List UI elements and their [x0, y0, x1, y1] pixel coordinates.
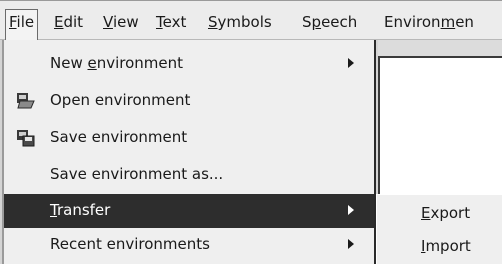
menu-item-open-environment[interactable]: Open environment	[4, 84, 374, 118]
save-disk-icon	[16, 129, 36, 147]
menu-environment-post: en	[455, 13, 474, 31]
menu-view-mnemonic: V	[103, 13, 113, 31]
menu-environment[interactable]: Environmen	[384, 10, 474, 34]
menu-item-save-environment-as[interactable]: Save environment as...	[4, 158, 374, 192]
menu-item-label-post: nvironment	[96, 54, 184, 72]
submenu-item-export[interactable]: Export	[377, 198, 502, 230]
menu-bar: File Edit View Text Symbols Speech Envir…	[0, 0, 502, 42]
menu-item-transfer[interactable]: Transfer	[4, 194, 374, 228]
menu-item-mnemonic: e	[87, 54, 97, 72]
submenu-arrow-icon	[348, 58, 354, 68]
menu-speech-pre: S	[302, 13, 312, 31]
submenu-item-label: Export	[421, 204, 470, 222]
file-menu-dropdown: New environment Open environment Save en…	[2, 40, 376, 264]
menu-item-label: Transfer	[50, 201, 110, 219]
menu-item-label-pre: New	[50, 54, 88, 72]
submenu-item-label-post: xport	[430, 204, 471, 222]
menu-speech-mnemonic: p	[311, 13, 322, 31]
menu-symbols[interactable]: Symbols	[208, 10, 272, 34]
open-folder-icon	[16, 92, 36, 110]
menu-item-label: New environment	[50, 54, 183, 72]
menu-symbols-post: ymbols	[217, 13, 272, 31]
menu-text[interactable]: Text	[156, 10, 186, 34]
menu-item-recent-environments[interactable]: Recent environments	[4, 228, 374, 262]
menu-environment-mnemonic: m	[440, 13, 456, 31]
menu-item-label: Recent environments	[50, 235, 210, 253]
menu-symbols-mnemonic: S	[208, 13, 218, 31]
menu-item-mnemonic: T	[50, 201, 57, 219]
submenu-item-label: Import	[421, 237, 471, 255]
transfer-submenu: Export Import	[376, 194, 502, 264]
menu-speech-post: eech	[321, 13, 358, 31]
menu-text-post: ext	[162, 13, 187, 31]
menu-speech[interactable]: Speech	[302, 10, 357, 34]
menu-file-post: ile	[16, 13, 35, 31]
menu-item-label-post: ransfer	[56, 201, 111, 219]
menu-view[interactable]: View	[103, 10, 139, 34]
menu-item-label: Save environment as...	[50, 165, 224, 183]
menu-item-label: Save environment	[50, 128, 188, 146]
menu-view-post: iew	[112, 13, 139, 31]
submenu-item-label-post: mport	[425, 237, 471, 255]
menu-file[interactable]: File	[5, 9, 39, 42]
submenu-item-import[interactable]: Import	[377, 231, 502, 263]
menu-item-label: Open environment	[50, 91, 191, 109]
menu-file-mnemonic: F	[9, 13, 17, 31]
menu-item-save-environment[interactable]: Save environment	[4, 121, 374, 155]
menu-text-mnemonic: T	[156, 13, 163, 31]
submenu-arrow-icon	[348, 205, 354, 215]
menu-item-new-environment[interactable]: New environment	[4, 47, 374, 81]
menu-edit[interactable]: Edit	[54, 10, 83, 34]
submenu-arrow-icon	[348, 239, 354, 249]
menu-environment-pre: Environ	[384, 13, 441, 31]
menu-edit-post: dit	[63, 13, 84, 31]
